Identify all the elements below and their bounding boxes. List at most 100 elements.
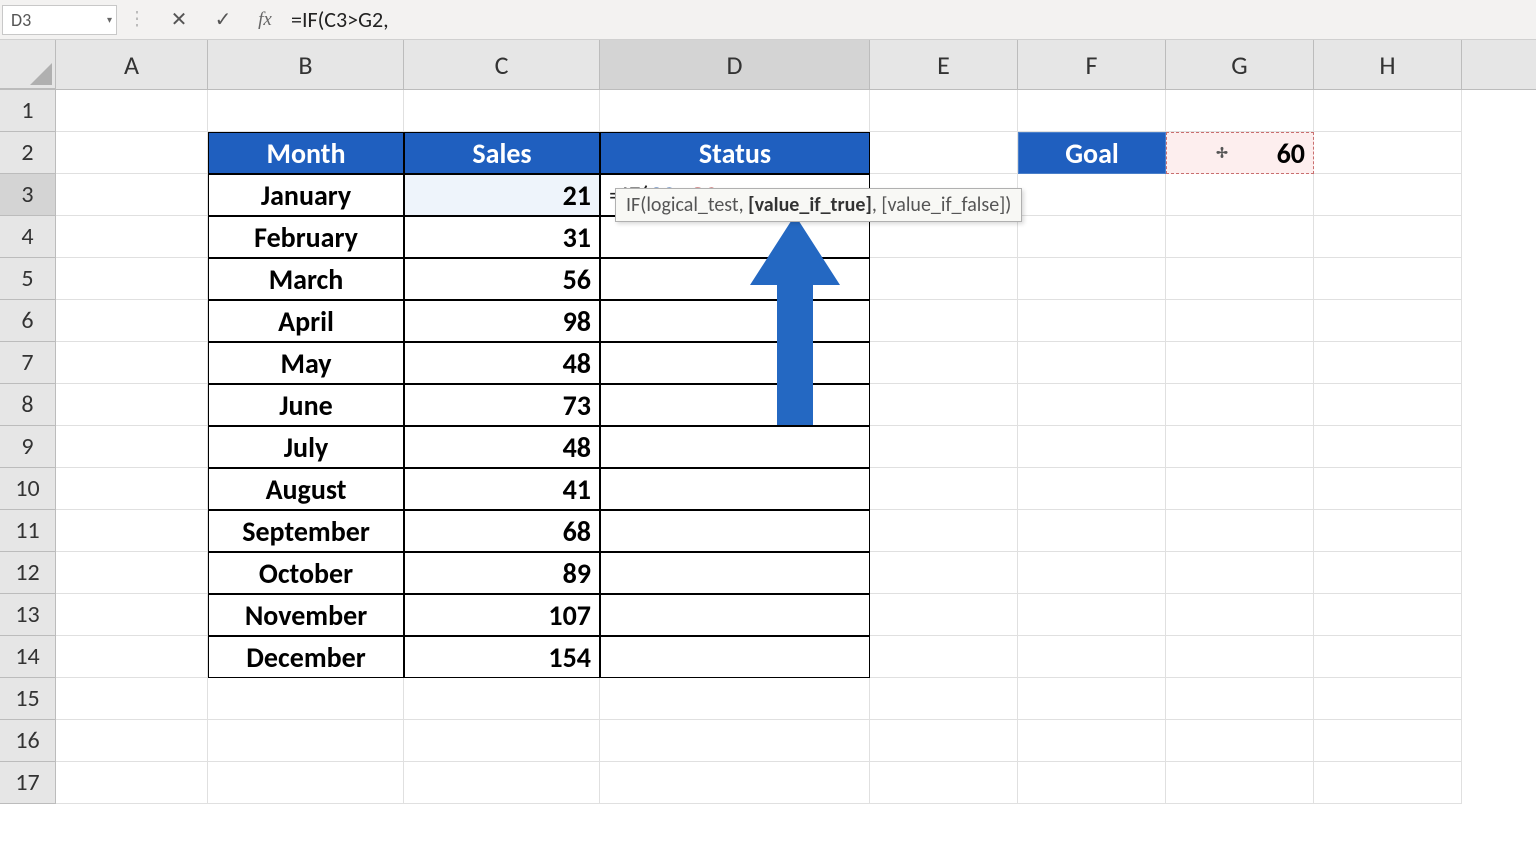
cell-G1[interactable]: [1166, 90, 1314, 132]
col-header-H[interactable]: H: [1314, 40, 1462, 89]
cell-G4[interactable]: [1166, 216, 1314, 258]
cell-E11[interactable]: [870, 510, 1018, 552]
cell-H4[interactable]: [1314, 216, 1462, 258]
cell-G13[interactable]: [1166, 594, 1314, 636]
cell-B10[interactable]: August: [208, 468, 404, 510]
cell-B17[interactable]: [208, 762, 404, 804]
cell-B3[interactable]: January: [208, 174, 404, 216]
cell-A11[interactable]: [56, 510, 208, 552]
cell-D15[interactable]: [600, 678, 870, 720]
cell-D17[interactable]: [600, 762, 870, 804]
col-header-G[interactable]: G: [1166, 40, 1314, 89]
cell-A1[interactable]: [56, 90, 208, 132]
row-header-12[interactable]: 12: [0, 552, 56, 594]
cell-A5[interactable]: [56, 258, 208, 300]
row-header-2[interactable]: 2: [0, 132, 56, 174]
cell-F5[interactable]: [1018, 258, 1166, 300]
cell-F7[interactable]: [1018, 342, 1166, 384]
cell-C11[interactable]: 68: [404, 510, 600, 552]
row-header-15[interactable]: 15: [0, 678, 56, 720]
cell-H1[interactable]: [1314, 90, 1462, 132]
cell-A4[interactable]: [56, 216, 208, 258]
cell-F8[interactable]: [1018, 384, 1166, 426]
cell-F1[interactable]: [1018, 90, 1166, 132]
row-header-17[interactable]: 17: [0, 762, 56, 804]
cell-H3[interactable]: [1314, 174, 1462, 216]
formula-input[interactable]: =IF(C3>G2,: [285, 5, 1536, 35]
cell-A13[interactable]: [56, 594, 208, 636]
cell-H16[interactable]: [1314, 720, 1462, 762]
goal-label[interactable]: Goal: [1018, 132, 1166, 174]
cell-G6[interactable]: [1166, 300, 1314, 342]
cell-F9[interactable]: [1018, 426, 1166, 468]
cell-F4[interactable]: [1018, 216, 1166, 258]
cell-A14[interactable]: [56, 636, 208, 678]
row-header-3[interactable]: 3: [0, 174, 56, 216]
cell-A12[interactable]: [56, 552, 208, 594]
cell-F6[interactable]: [1018, 300, 1166, 342]
cell-F16[interactable]: [1018, 720, 1166, 762]
cell-E13[interactable]: [870, 594, 1018, 636]
row-header-11[interactable]: 11: [0, 510, 56, 552]
cell-D10[interactable]: [600, 468, 870, 510]
cell-D12[interactable]: [600, 552, 870, 594]
cell-H9[interactable]: [1314, 426, 1462, 468]
cell-A17[interactable]: [56, 762, 208, 804]
cell-C6[interactable]: 98: [404, 300, 600, 342]
cell-H6[interactable]: [1314, 300, 1462, 342]
cell-E14[interactable]: [870, 636, 1018, 678]
cell-E7[interactable]: [870, 342, 1018, 384]
cell-F12[interactable]: [1018, 552, 1166, 594]
cell-H7[interactable]: [1314, 342, 1462, 384]
cell-A3[interactable]: [56, 174, 208, 216]
col-header-F[interactable]: F: [1018, 40, 1166, 89]
cell-B9[interactable]: July: [208, 426, 404, 468]
cell-G8[interactable]: [1166, 384, 1314, 426]
cell-F11[interactable]: [1018, 510, 1166, 552]
cell-G16[interactable]: [1166, 720, 1314, 762]
cell-E10[interactable]: [870, 468, 1018, 510]
cell-B14[interactable]: December: [208, 636, 404, 678]
cancel-button[interactable]: ✕: [157, 7, 201, 32]
cell-A16[interactable]: [56, 720, 208, 762]
cell-A2[interactable]: [56, 132, 208, 174]
cell-C9[interactable]: 48: [404, 426, 600, 468]
col-header-A[interactable]: A: [56, 40, 208, 89]
cell-A9[interactable]: [56, 426, 208, 468]
row-header-9[interactable]: 9: [0, 426, 56, 468]
cell-C4[interactable]: 31: [404, 216, 600, 258]
col-header-D[interactable]: D: [600, 40, 870, 89]
cell-H17[interactable]: [1314, 762, 1462, 804]
cell-B11[interactable]: September: [208, 510, 404, 552]
cell-F14[interactable]: [1018, 636, 1166, 678]
cell-A15[interactable]: [56, 678, 208, 720]
cell-H15[interactable]: [1314, 678, 1462, 720]
cell-E17[interactable]: [870, 762, 1018, 804]
row-header-6[interactable]: 6: [0, 300, 56, 342]
cell-A7[interactable]: [56, 342, 208, 384]
cell-C14[interactable]: 154: [404, 636, 600, 678]
cell-G12[interactable]: [1166, 552, 1314, 594]
cell-B6[interactable]: April: [208, 300, 404, 342]
header-sales[interactable]: Sales: [404, 132, 600, 174]
cell-H2[interactable]: [1314, 132, 1462, 174]
select-all-corner[interactable]: [0, 40, 56, 89]
cell-A8[interactable]: [56, 384, 208, 426]
cell-G5[interactable]: [1166, 258, 1314, 300]
cell-B5[interactable]: March: [208, 258, 404, 300]
cell-D1[interactable]: [600, 90, 870, 132]
cell-G3[interactable]: [1166, 174, 1314, 216]
cell-F13[interactable]: [1018, 594, 1166, 636]
cell-H13[interactable]: [1314, 594, 1462, 636]
cell-C15[interactable]: [404, 678, 600, 720]
enter-button[interactable]: ✓: [201, 7, 245, 32]
cell-G15[interactable]: [1166, 678, 1314, 720]
cell-C3[interactable]: 21: [404, 174, 600, 216]
row-header-1[interactable]: 1: [0, 90, 56, 132]
cell-B8[interactable]: June: [208, 384, 404, 426]
cell-G14[interactable]: [1166, 636, 1314, 678]
cell-C10[interactable]: 41: [404, 468, 600, 510]
cell-E5[interactable]: [870, 258, 1018, 300]
cell-H10[interactable]: [1314, 468, 1462, 510]
cell-E6[interactable]: [870, 300, 1018, 342]
